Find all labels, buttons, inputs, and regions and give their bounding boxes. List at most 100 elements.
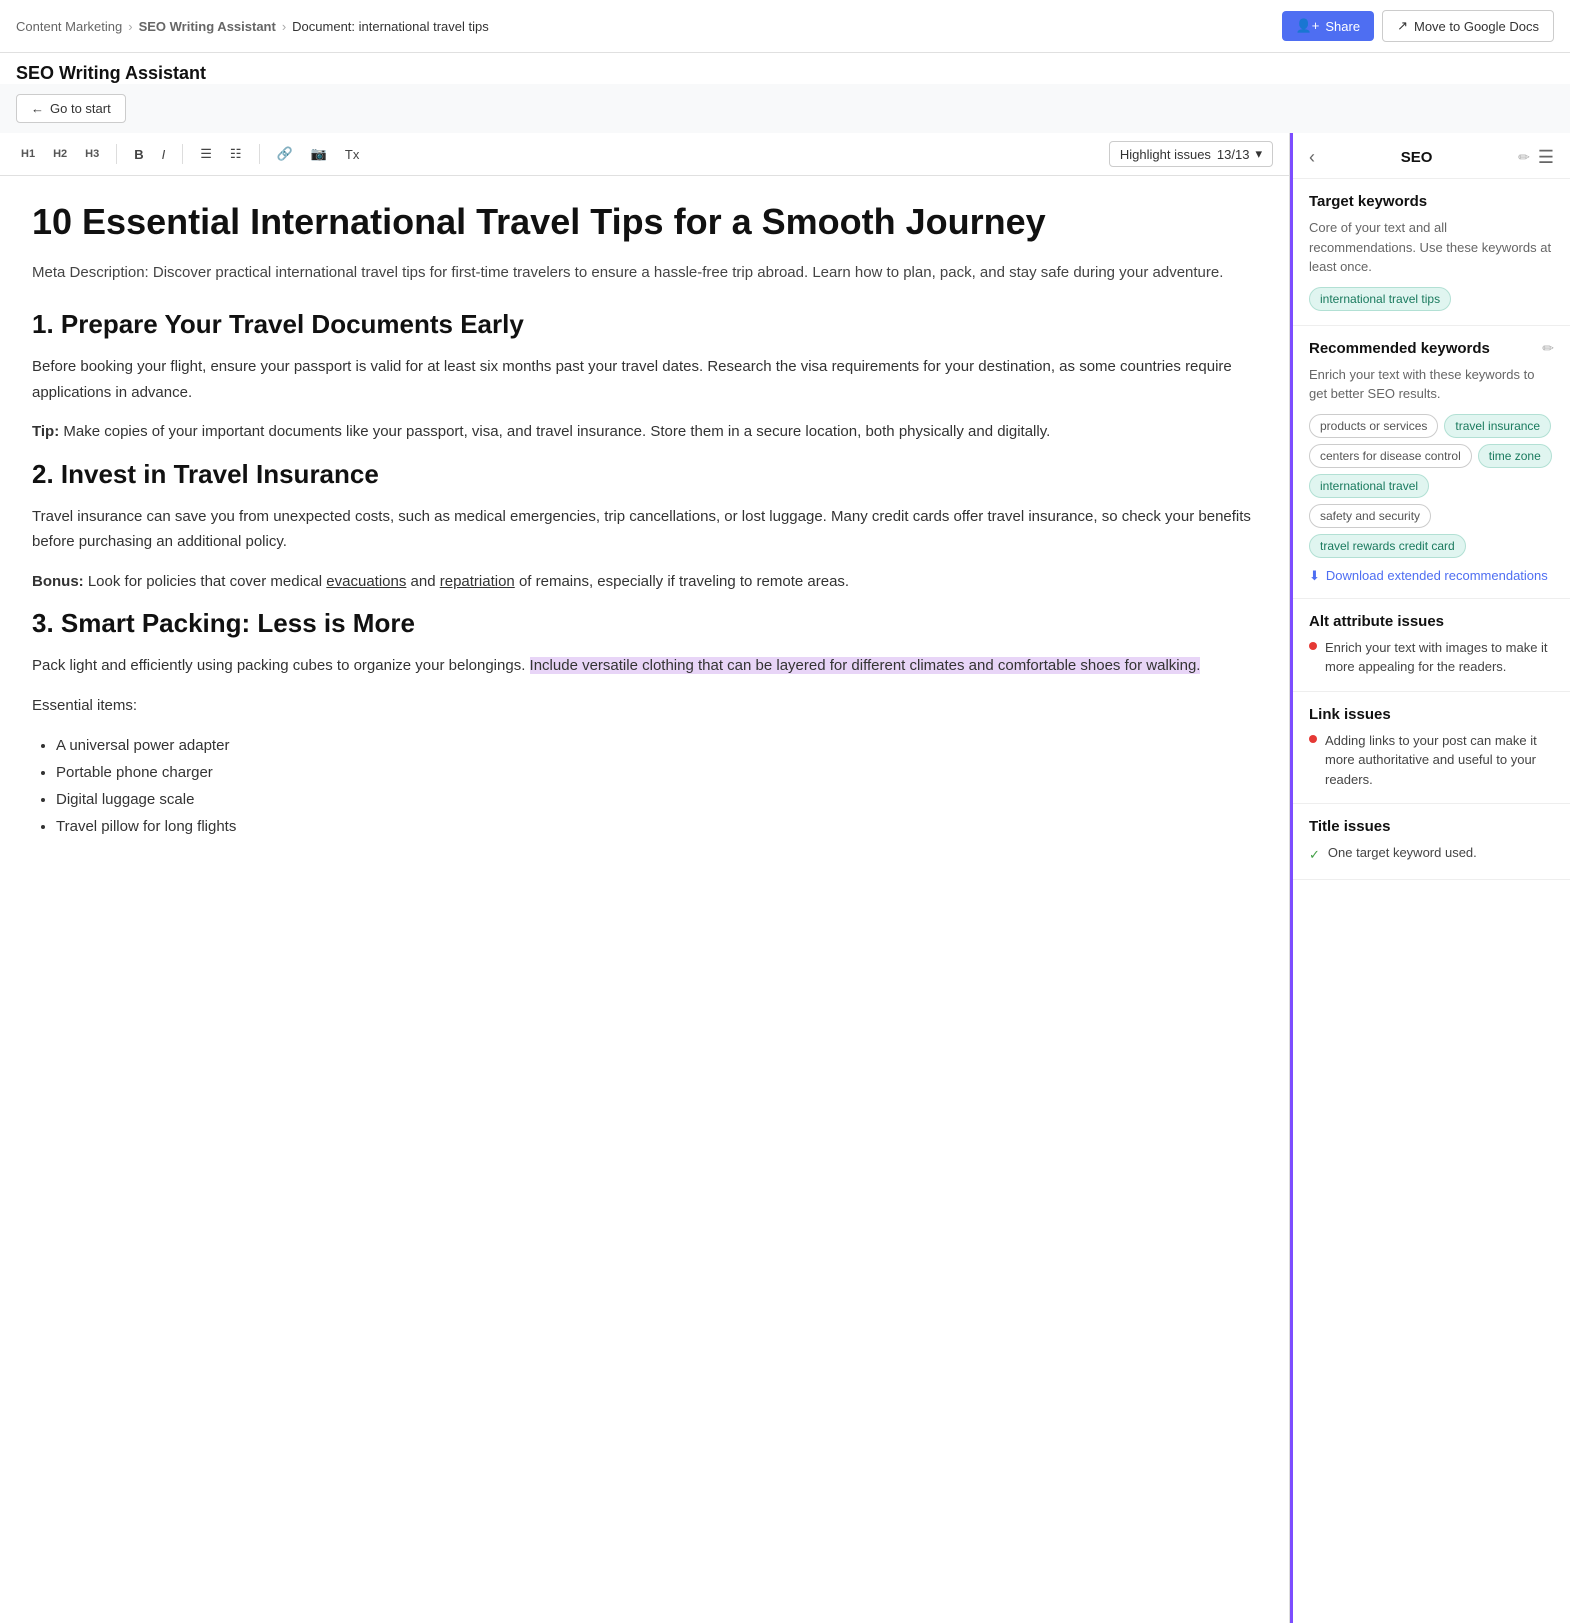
toolbar-separator-1	[116, 144, 117, 164]
target-keywords-desc: Core of your text and all recommendation…	[1309, 218, 1554, 277]
target-keyword-tag[interactable]: international travel tips	[1309, 287, 1451, 311]
panel-back-button[interactable]: ‹	[1309, 147, 1315, 168]
tip-text: Make copies of your important documents …	[63, 423, 1050, 440]
link-button[interactable]: 🔗	[272, 143, 298, 165]
kw-tag-timezone[interactable]: time zone	[1478, 444, 1552, 468]
section1-tip: Tip: Make copies of your important docum…	[32, 419, 1257, 445]
breadcrumb-item-2[interactable]: SEO Writing Assistant	[139, 19, 276, 34]
target-keywords-section: Target keywords Core of your text and al…	[1293, 179, 1570, 326]
target-keywords-title: Target keywords	[1309, 193, 1554, 210]
gdocs-icon: ↗	[1397, 18, 1408, 34]
go-to-start-button[interactable]: ← Go to start	[16, 94, 126, 123]
highlight-issues-dropdown[interactable]: Highlight issues 13/13 ▾	[1109, 141, 1273, 167]
link-issue: Adding links to your post can make it mo…	[1309, 731, 1554, 790]
format-clear-button[interactable]: Tx	[340, 144, 364, 165]
bold-button[interactable]: B	[129, 144, 148, 165]
h1-button[interactable]: H1	[16, 145, 40, 163]
link-issues-section: Link issues Adding links to your post ca…	[1293, 692, 1570, 805]
link-issues-title: Link issues	[1309, 706, 1554, 723]
meta-description: Meta Description: Discover practical int…	[32, 261, 1257, 285]
unordered-list-button[interactable]: ☷	[225, 143, 247, 165]
title-issues-title: Title issues	[1309, 818, 1554, 835]
top-bar: Content Marketing › SEO Writing Assistan…	[0, 0, 1570, 53]
ordered-list-button[interactable]: ☰	[195, 143, 217, 165]
alt-attribute-section: Alt attribute issues Enrich your text wi…	[1293, 599, 1570, 692]
main-layout: H1 H2 H3 B I ☰ ☷ 🔗 📷 Tx Highlight issues…	[0, 133, 1570, 1623]
kw-tag-intl-travel[interactable]: international travel	[1309, 474, 1429, 498]
editor-content[interactable]: 10 Essential International Travel Tips f…	[0, 176, 1289, 1623]
list-item: Travel pillow for long flights	[56, 813, 1257, 840]
breadcrumb: Content Marketing › SEO Writing Assistan…	[16, 19, 489, 34]
tip-label: Tip:	[32, 423, 59, 440]
breadcrumb-sep-2: ›	[282, 19, 286, 34]
alt-attribute-issue: Enrich your text with images to make it …	[1309, 638, 1554, 677]
breadcrumb-item-1[interactable]: Content Marketing	[16, 19, 122, 34]
editor-pane: H1 H2 H3 B I ☰ ☷ 🔗 📷 Tx Highlight issues…	[0, 133, 1290, 1623]
italic-button[interactable]: I	[157, 144, 171, 165]
section3-highlighted-text: Include versatile clothing that can be l…	[530, 657, 1201, 674]
evacuations-link[interactable]: evacuations	[326, 573, 406, 590]
essential-items-label: Essential items:	[32, 693, 1257, 719]
title-issue: ✓ One target keyword used.	[1309, 843, 1554, 865]
recommended-keywords-title: Recommended keywords ✏	[1309, 340, 1554, 357]
panel-nav: ‹	[1309, 147, 1315, 168]
article-title: 10 Essential International Travel Tips f…	[32, 200, 1257, 243]
editor-toolbar: H1 H2 H3 B I ☰ ☷ 🔗 📷 Tx Highlight issues…	[0, 133, 1289, 176]
kw-tag-travel-insurance[interactable]: travel insurance	[1444, 414, 1551, 438]
h3-button[interactable]: H3	[80, 145, 104, 163]
bonus-label: Bonus:	[32, 573, 84, 590]
page-title: SEO Writing Assistant	[16, 63, 1554, 84]
chevron-down-icon: ▾	[1255, 146, 1262, 162]
section3-text-before: Pack light and efficiently using packing…	[32, 657, 530, 674]
issue-dot-icon	[1309, 642, 1317, 650]
toolbar-separator-3	[259, 144, 260, 164]
h2-button[interactable]: H2	[48, 145, 72, 163]
arrow-left-icon: ←	[31, 101, 44, 116]
section1-paragraph: Before booking your flight, ensure your …	[32, 354, 1257, 405]
alt-attribute-title: Alt attribute issues	[1309, 613, 1554, 630]
section2-paragraph: Travel insurance can save you from unexp…	[32, 504, 1257, 555]
recommended-keywords-edit-button[interactable]: ✏	[1542, 340, 1554, 357]
section2-bonus: Bonus: Look for policies that cover medi…	[32, 569, 1257, 595]
essential-items-list: A universal power adapter Portable phone…	[56, 732, 1257, 840]
kw-tag-cdc[interactable]: centers for disease control	[1309, 444, 1472, 468]
recommended-keywords-desc: Enrich your text with these keywords to …	[1309, 365, 1554, 404]
list-item: Portable phone charger	[56, 759, 1257, 786]
recommended-keyword-tags: products or services travel insurance ce…	[1309, 414, 1554, 558]
panel-edit-button[interactable]: ✏	[1518, 149, 1530, 166]
image-button[interactable]: 📷	[306, 143, 332, 165]
toolbar-separator-2	[182, 144, 183, 164]
share-button[interactable]: 👤+ Share	[1282, 11, 1374, 41]
repatriation-link[interactable]: repatriation	[440, 573, 515, 590]
page-title-row: SEO Writing Assistant	[0, 53, 1570, 84]
issue-dot-icon	[1309, 735, 1317, 743]
list-item: A universal power adapter	[56, 732, 1257, 759]
section3-heading: 3. Smart Packing: Less is More	[32, 608, 1257, 639]
right-panel: ‹ SEO ✏ ☰ Target keywords Core of your t…	[1290, 133, 1570, 1623]
panel-header: ‹ SEO ✏ ☰	[1293, 133, 1570, 179]
go-to-start-row: ← Go to start	[0, 84, 1570, 133]
panel-seo-label: SEO	[1401, 149, 1433, 166]
target-keyword-tags: international travel tips	[1309, 287, 1554, 311]
section1-heading: 1. Prepare Your Travel Documents Early	[32, 309, 1257, 340]
section2-heading: 2. Invest in Travel Insurance	[32, 459, 1257, 490]
panel-menu-button[interactable]: ☰	[1538, 147, 1554, 168]
download-recommendations-link[interactable]: ⬇ Download extended recommendations	[1309, 568, 1554, 584]
kw-tag-products[interactable]: products or services	[1309, 414, 1438, 438]
section3-paragraph: Pack light and efficiently using packing…	[32, 653, 1257, 679]
top-bar-actions: 👤+ Share ↗ Move to Google Docs	[1282, 10, 1554, 42]
checkmark-icon: ✓	[1309, 845, 1320, 865]
recommended-keywords-section: Recommended keywords ✏ Enrich your text …	[1293, 326, 1570, 599]
highlight-issues-count: 13/13	[1217, 147, 1250, 162]
list-item: Digital luggage scale	[56, 786, 1257, 813]
highlight-issues-label: Highlight issues	[1120, 147, 1211, 162]
title-issues-section: Title issues ✓ One target keyword used.	[1293, 804, 1570, 880]
bonus-text: Look for policies that cover medical eva…	[88, 573, 849, 590]
breadcrumb-item-3: Document: international travel tips	[292, 19, 489, 34]
breadcrumb-sep-1: ›	[128, 19, 132, 34]
kw-tag-safety[interactable]: safety and security	[1309, 504, 1431, 528]
download-icon: ⬇	[1309, 568, 1320, 584]
kw-tag-rewards-card[interactable]: travel rewards credit card	[1309, 534, 1466, 558]
move-to-gdocs-button[interactable]: ↗ Move to Google Docs	[1382, 10, 1554, 42]
share-icon: 👤+	[1296, 18, 1320, 34]
